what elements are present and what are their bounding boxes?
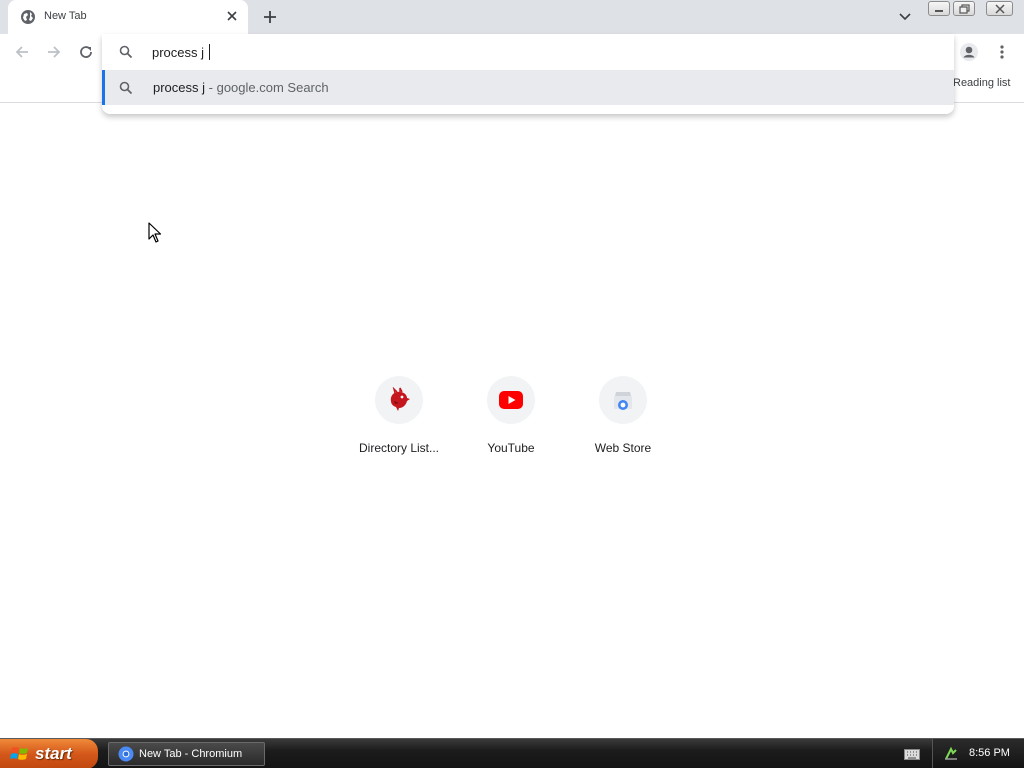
shortcut-youtube[interactable]: YouTube [455, 376, 567, 466]
youtube-icon [499, 391, 523, 409]
tab-search-button[interactable] [894, 6, 916, 28]
tab-close-button[interactable] [224, 8, 240, 24]
omnibox-input[interactable] [152, 43, 752, 61]
reload-button[interactable] [74, 40, 98, 64]
shortcut-web-store[interactable]: Web Store [567, 376, 679, 466]
omnibox-suggestion[interactable]: process j - google.com Search [102, 70, 954, 105]
arrow-right-icon [48, 46, 61, 58]
shortcut-label: YouTube [487, 441, 535, 455]
suggestion-separator: - [205, 80, 217, 95]
shortcut-tile [487, 376, 535, 424]
minimize-icon [935, 9, 943, 12]
start-label: start [35, 744, 72, 763]
window-close-button[interactable] [986, 1, 1013, 16]
dragon-icon [390, 387, 410, 411]
suggestion-query: process j [153, 80, 206, 95]
tab-strip: New Tab [0, 0, 1024, 34]
search-icon [119, 81, 133, 95]
window-restore-button[interactable] [953, 1, 975, 16]
tab-new-tab[interactable]: New Tab [8, 0, 248, 34]
windows-flag-icon [10, 747, 28, 760]
reload-icon [80, 46, 92, 58]
omnibox-row[interactable] [102, 34, 954, 70]
text-caret [209, 44, 210, 60]
suggestion-source: google.com Search [216, 80, 329, 95]
shortcut-label: Web Store [594, 441, 652, 455]
avatar-icon [960, 43, 978, 61]
chevron-down-icon [899, 13, 911, 21]
taskbar-item-chromium[interactable]: New Tab - Chromium [108, 742, 265, 766]
web-store-icon [614, 392, 632, 410]
chromium-icon [118, 746, 134, 762]
taskbar-item-label: New Tab - Chromium [139, 748, 243, 760]
omnibox-popup: process j - google.com Search [102, 34, 954, 114]
suggestion-text: process j - google.com Search [153, 80, 329, 95]
shortcut-directory-list[interactable]: Directory List... [343, 376, 455, 466]
reading-list-button[interactable]: Reading list [953, 77, 1010, 89]
close-icon [994, 3, 1005, 14]
restore-icon [958, 3, 970, 14]
profile-button[interactable] [957, 40, 981, 64]
start-button[interactable]: start [0, 739, 98, 768]
window-minimize-button[interactable] [928, 1, 950, 16]
shortcut-tile [375, 376, 423, 424]
shortcut-label: Directory List... [358, 441, 439, 455]
new-tab-button[interactable] [258, 5, 282, 29]
keyboard-icon[interactable] [904, 747, 920, 761]
forward-button[interactable] [42, 40, 66, 64]
more-vert-icon [1000, 45, 1004, 59]
globe-icon [21, 10, 35, 24]
clock: 8:56 PM [969, 747, 1010, 759]
plus-icon [264, 11, 276, 23]
screen: New Tab Reading list process j process j… [0, 0, 1024, 768]
shortcut-tile [599, 376, 647, 424]
taskbar: start New Tab - Chromium 8:56 PM [0, 738, 1024, 768]
selection-indicator [102, 70, 105, 105]
system-tray: 8:56 PM [932, 739, 1024, 768]
close-icon [227, 11, 237, 21]
browser-menu-button[interactable] [992, 40, 1012, 64]
network-icon[interactable] [943, 746, 959, 762]
mouse-pointer-icon [148, 222, 162, 243]
back-button[interactable] [10, 40, 34, 64]
tab-title: New Tab [44, 10, 87, 22]
search-icon [119, 45, 133, 59]
arrow-left-icon [15, 46, 28, 58]
